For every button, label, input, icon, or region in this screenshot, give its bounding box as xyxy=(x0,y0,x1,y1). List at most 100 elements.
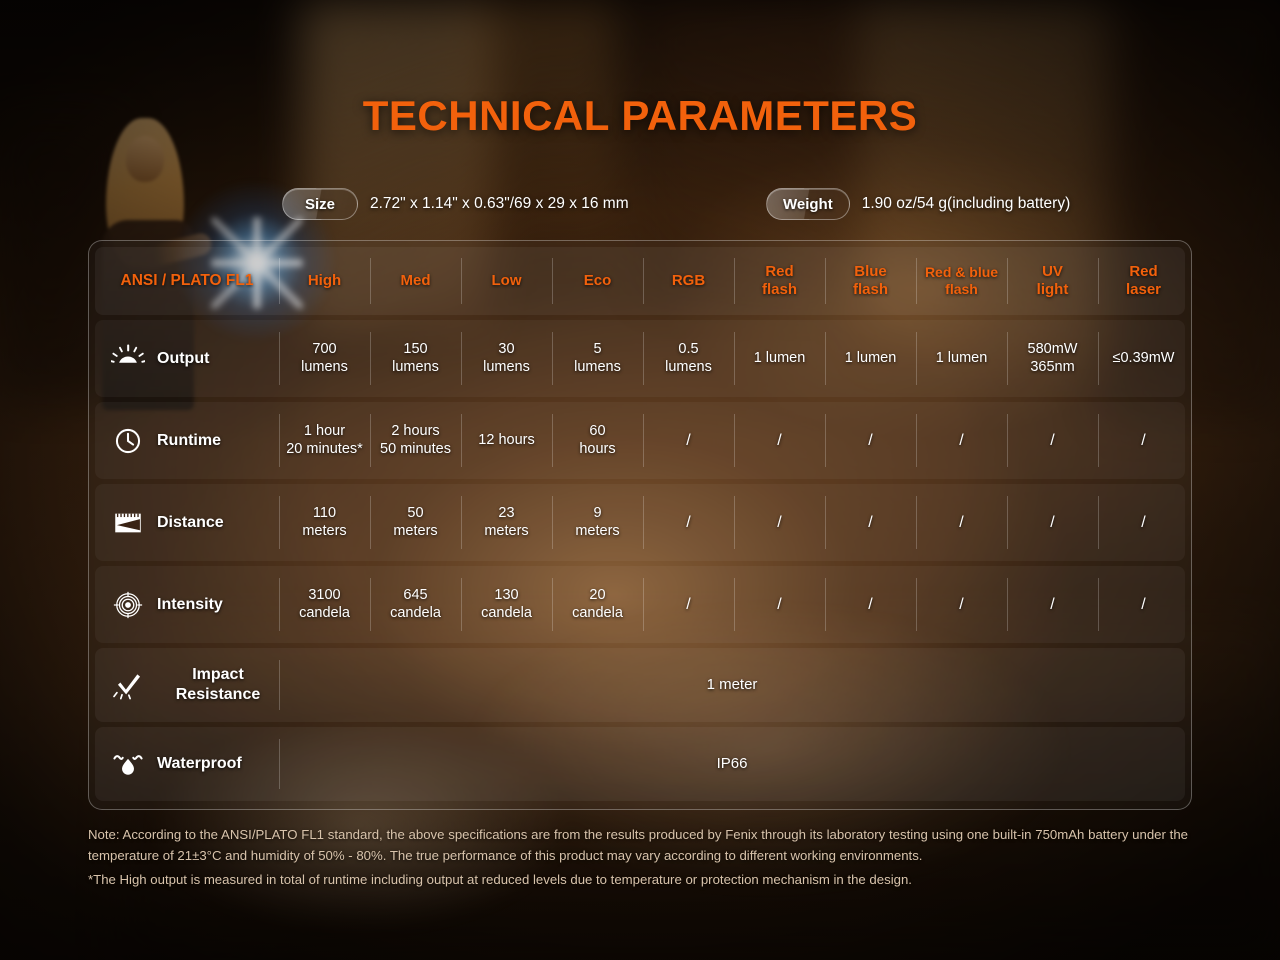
column-header: Red flash xyxy=(734,247,825,315)
cell-value: 30 lumens xyxy=(483,340,530,375)
column-header: Med xyxy=(370,247,461,315)
table-cell: 1 lumen xyxy=(916,320,1007,397)
table-cell: 700 lumens xyxy=(279,320,370,397)
table-cell: / xyxy=(1007,484,1098,561)
row-label: Runtime xyxy=(157,431,221,449)
cell-value: / xyxy=(959,595,964,613)
column-header: Low xyxy=(461,247,552,315)
table-cell: 12 hours xyxy=(461,402,552,479)
table-cell-merged: 1 meter xyxy=(279,648,1185,722)
size-spec-group: Size 2.72" x 1.14" x 0.63"/69 x 29 x 16 … xyxy=(282,188,629,220)
table-cell: / xyxy=(734,566,825,643)
cell-value: 1 meter xyxy=(706,675,758,693)
cell-value: 5 lumens xyxy=(574,340,621,375)
cell-value: / xyxy=(868,513,873,531)
cell-value: 2 hours 50 minutes xyxy=(380,422,451,457)
row-label-cell: Intensity xyxy=(95,566,279,643)
row-label-cell: Distance xyxy=(95,484,279,561)
table-cell: 3100 candela xyxy=(279,566,370,643)
column-header-label: Blue flash xyxy=(852,262,888,298)
cell-value: 0.5 lumens xyxy=(665,340,712,375)
column-header: ANSI / PLATO FL1 xyxy=(95,247,279,315)
table-cell: / xyxy=(643,402,734,479)
cell-value: / xyxy=(686,431,691,449)
cell-value: 645 candela xyxy=(390,586,441,621)
table-cell: / xyxy=(1007,402,1098,479)
table-cell: / xyxy=(734,484,825,561)
cell-value: / xyxy=(1141,513,1146,531)
table-cell: 1 hour 20 minutes* xyxy=(279,402,370,479)
table-cell: 60 hours xyxy=(552,402,643,479)
table-cell: / xyxy=(734,402,825,479)
column-header: High xyxy=(279,247,370,315)
table-cell: / xyxy=(916,402,1007,479)
column-header-label: ANSI / PLATO FL1 xyxy=(120,271,254,289)
cell-value: / xyxy=(868,595,873,613)
cell-value: 1 lumen xyxy=(844,349,897,366)
table-row: Output 700 lumens 150 lumens 30 lumens 5 lumens 0… xyxy=(95,320,1185,397)
table-cell: 2 hours 50 minutes xyxy=(370,402,461,479)
table-cell: 5 lumens xyxy=(552,320,643,397)
cell-value: / xyxy=(1050,431,1055,449)
row-label-cell: Output xyxy=(95,320,279,397)
table-cell: 1 lumen xyxy=(734,320,825,397)
size-value: 2.72" x 1.14" x 0.63"/69 x 29 x 16 mm xyxy=(370,195,629,212)
table-cell: 23 meters xyxy=(461,484,552,561)
impact-icon xyxy=(111,669,145,701)
table-row: Runtime 1 hour 20 minutes* 2 hours 50 minute… xyxy=(95,402,1185,479)
column-header: Eco xyxy=(552,247,643,315)
cell-value: 60 hours xyxy=(579,422,616,457)
target-icon xyxy=(111,589,145,621)
row-label: Waterproof xyxy=(157,755,242,773)
weight-badge: Weight xyxy=(766,188,850,220)
table-cell: / xyxy=(1098,484,1185,561)
footnote-block: Note: According to the ANSI/PLATO FL1 st… xyxy=(88,824,1188,890)
cell-value: / xyxy=(868,431,873,449)
cell-value: 150 lumens xyxy=(392,340,439,375)
column-header-label: High xyxy=(307,271,342,289)
column-header: RGB xyxy=(643,247,734,315)
weight-spec-group: Weight 1.90 oz/54 g(including battery) xyxy=(766,188,1070,220)
cell-value: 23 meters xyxy=(484,504,529,539)
cell-value: 9 meters xyxy=(575,504,620,539)
cell-value: / xyxy=(959,431,964,449)
footnote-line-2: *The High output is measured in total of… xyxy=(88,871,912,887)
column-header: Red & blue flash xyxy=(916,247,1007,315)
row-label: Impact Resistance xyxy=(175,666,261,703)
table-header-row: ANSI / PLATO FL1 High Med Low Eco RGB Red flash… xyxy=(95,247,1185,315)
table-cell: / xyxy=(1098,402,1185,479)
cell-value: / xyxy=(686,595,691,613)
cell-value: / xyxy=(777,513,782,531)
ruler-beam-icon xyxy=(111,507,145,539)
table-cell: / xyxy=(825,566,916,643)
table-cell: 645 candela xyxy=(370,566,461,643)
cell-value: 580mW 365nm xyxy=(1027,340,1078,375)
row-label: Distance xyxy=(157,513,224,531)
column-header: Red laser xyxy=(1098,247,1185,315)
cell-value: ≤0.39mW xyxy=(1112,349,1175,366)
table-cell: / xyxy=(916,484,1007,561)
table-cell: 580mW 365nm xyxy=(1007,320,1098,397)
cell-value: 3100 candela xyxy=(299,586,350,621)
table-cell: 9 meters xyxy=(552,484,643,561)
cell-value: / xyxy=(777,431,782,449)
cell-value: 50 meters xyxy=(393,504,438,539)
cell-value: 1 lumen xyxy=(935,349,988,366)
column-header-label: Low xyxy=(491,271,522,289)
column-header-label: Eco xyxy=(583,271,612,289)
table-cell: 1 lumen xyxy=(825,320,916,397)
cell-value: 700 lumens xyxy=(301,340,348,375)
size-badge: Size xyxy=(282,188,358,220)
cell-value: / xyxy=(1141,431,1146,449)
clock-icon xyxy=(111,425,145,457)
row-label: Output xyxy=(157,349,210,367)
table-cell: ≤0.39mW xyxy=(1098,320,1185,397)
row-label-cell: Waterproof xyxy=(95,727,279,801)
table-cell: 130 candela xyxy=(461,566,552,643)
cell-value: / xyxy=(1141,595,1146,613)
table-cell: 50 meters xyxy=(370,484,461,561)
table-row: Distance 110 meters 50 meters 23 meters 9 meters… xyxy=(95,484,1185,561)
table-cell: 150 lumens xyxy=(370,320,461,397)
cell-value: IP66 xyxy=(716,754,748,772)
cell-value: 110 meters xyxy=(302,504,347,539)
